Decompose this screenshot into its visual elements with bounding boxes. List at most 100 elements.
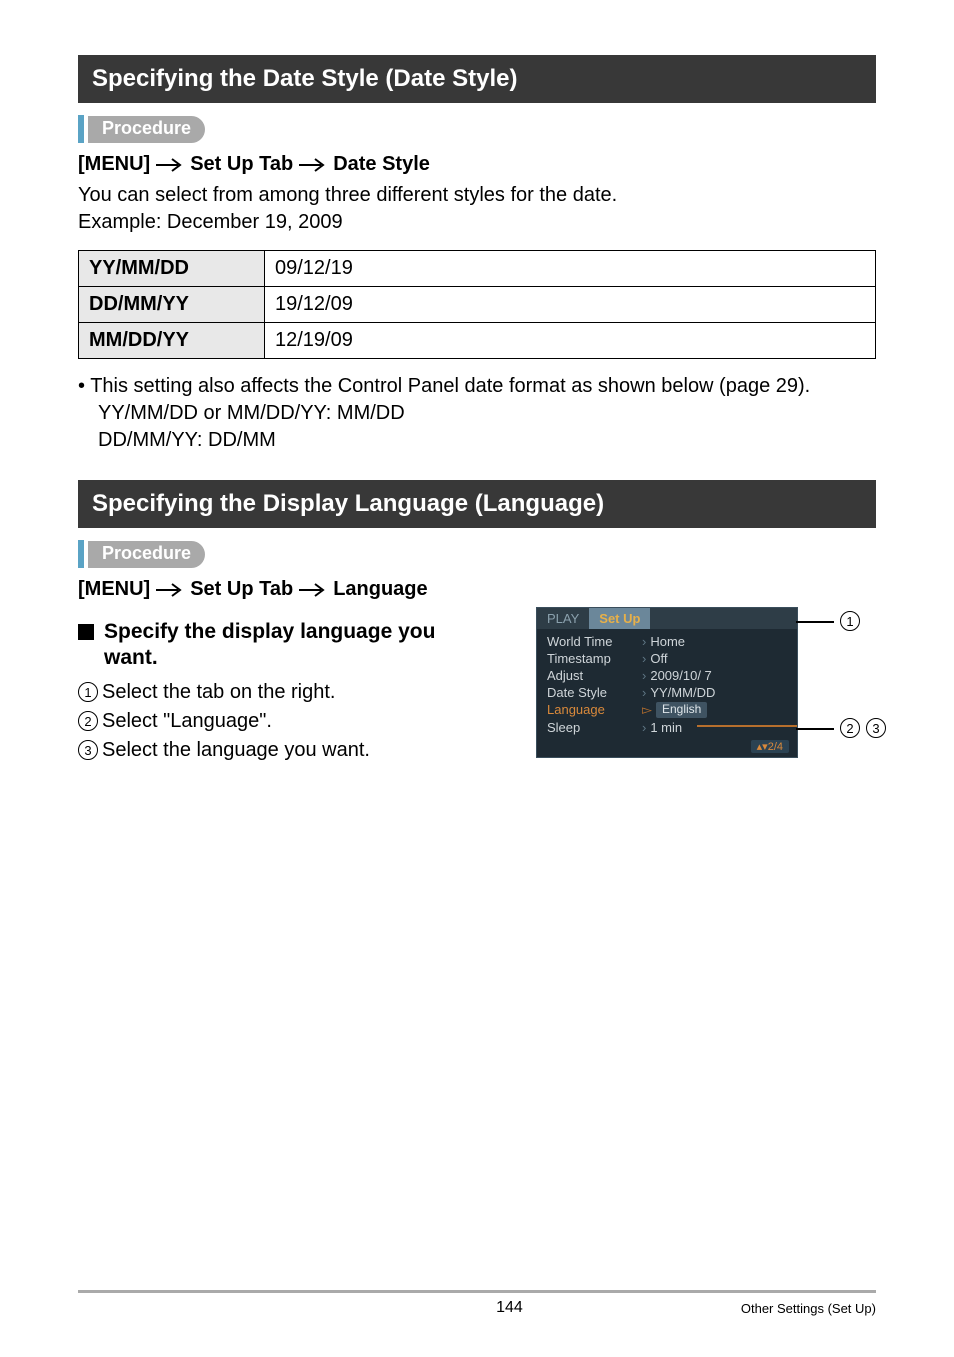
chevron-right-icon: › [642,720,646,735]
subheading-text: Specify the display language you want. [104,619,435,672]
format-example: 12/19/09 [265,323,876,359]
camera-row-value: YY/MM/DD [650,685,715,700]
note: • This setting also affects the Control … [78,373,876,454]
camera-row-label: Adjust [547,668,642,683]
accent-bar [78,540,84,568]
camera-row: World Time› Home [537,633,797,650]
subhead-line: Specify the display language you [104,620,435,643]
note-line: DD/MM/YY: DD/MM [78,427,876,454]
camera-row-selected: Language▻English [537,701,797,719]
format-example: 09/12/19 [265,251,876,287]
format-example: 19/12/09 [265,287,876,323]
callout-line [796,621,834,623]
camera-row-value: 1 min [650,720,682,735]
step-text: Select the tab on the right. [102,681,336,703]
menu-path-date-style: [MENU] Set Up Tab Date Style [78,153,876,176]
camera-footer: ▴▾2/4 [537,738,797,757]
footer-row: 144 Other Settings (Set Up) [78,1299,876,1317]
path-part: [MENU] [78,578,150,601]
camera-screenshot: PLAY Set Up World Time›Home Timestamp›Of… [536,607,798,758]
date-format-table: YY/MM/DD 09/12/19 DD/MM/YY 19/12/09 MM/D… [78,250,876,359]
circled-number-icon: 2 [840,718,860,738]
description: You can select from among three differen… [78,182,876,236]
note-line: This setting also affects the Control Pa… [90,375,810,397]
footer-section-name: Other Settings (Set Up) [741,1301,876,1316]
callout-1: 1 [796,612,864,632]
footer-rule [78,1290,876,1293]
camera-row-label: World Time [547,634,642,649]
step-text: Select the language you want. [102,739,370,761]
camera-row: Date Style› YY/MM/DD [537,684,797,701]
path-part: Language [333,578,427,601]
camera-page-indicator: ▴▾2/4 [751,740,789,753]
arrow-right-icon [156,158,184,172]
camera-row-label: Sleep [547,720,642,735]
step: 3Select the language you want. [78,736,512,765]
two-column-layout: Specify the display language you want. 1… [78,607,876,765]
chevron-right-icon: › [642,668,646,683]
circled-number-icon: 3 [866,718,886,738]
desc-line: You can select from among three differen… [78,184,617,206]
table-row: YY/MM/DD 09/12/19 [79,251,876,287]
arrow-right-icon [156,583,184,597]
path-part: Date Style [333,153,430,176]
camera-row: Timestamp› Off [537,650,797,667]
step: 2Select "Language". [78,707,512,736]
table-row: MM/DD/YY 12/19/09 [79,323,876,359]
camera-row: Adjust› 2009/10/ 7 [537,667,797,684]
camera-row-label: Date Style [547,685,642,700]
procedure-label: Procedure [88,116,205,143]
section-title-language: Specifying the Display Language (Languag… [78,480,876,528]
enter-icon: ▻ [642,702,652,718]
path-part: Set Up Tab [190,153,293,176]
format-label: DD/MM/YY [79,287,265,323]
arrow-right-icon [299,583,327,597]
page: Specifying the Date Style (Date Style) P… [0,0,954,1357]
camera-row-value: Off [650,651,667,666]
format-label: YY/MM/DD [79,251,265,287]
steps-list: 1Select the tab on the right. 2Select "L… [78,678,512,765]
step: 1Select the tab on the right. [78,678,512,707]
callout-connector-line [697,725,797,727]
camera-row: Sleep› 1 min [537,719,797,736]
section-title-date-style: Specifying the Date Style (Date Style) [78,55,876,103]
page-footer: 144 Other Settings (Set Up) [78,1290,876,1317]
camera-row-label: Language [547,702,642,718]
page-number: 144 [496,1299,523,1317]
procedure-label: Procedure [88,541,205,568]
chevron-right-icon: › [642,651,646,666]
square-bullet-icon [78,624,94,640]
subheading: Specify the display language you want. [78,619,512,672]
path-part: [MENU] [78,153,150,176]
camera-tab-play: PLAY [537,608,589,629]
camera-row-label: Timestamp [547,651,642,666]
bullet: • [78,375,90,397]
right-column: PLAY Set Up World Time›Home Timestamp›Of… [536,607,876,758]
circled-number-icon: 1 [78,682,98,702]
circled-number-icon: 2 [78,711,98,731]
left-column: Specify the display language you want. 1… [78,607,512,765]
procedure-heading: Procedure [78,115,876,143]
camera-tab-setup: Set Up [589,608,650,629]
camera-row-value: 2009/10/ 7 [650,668,711,683]
note-line: YY/MM/DD or MM/DD/YY: MM/DD [78,400,876,427]
path-part: Set Up Tab [190,578,293,601]
circled-number-icon: 1 [840,611,860,631]
menu-path-language: [MENU] Set Up Tab Language [78,578,876,601]
camera-menu-body: World Time›Home Timestamp›Off Adjust›200… [537,629,797,738]
chevron-right-icon: › [642,634,646,649]
camera-tabs: PLAY Set Up [537,608,797,629]
circled-number-icon: 3 [78,740,98,760]
procedure-heading: Procedure [78,540,876,568]
accent-bar [78,115,84,143]
desc-line: Example: December 19, 2009 [78,211,343,233]
subhead-line: want. [104,646,158,669]
callout-2-3: 2 3 [796,719,890,739]
chevron-right-icon: › [642,685,646,700]
table-row: DD/MM/YY 19/12/09 [79,287,876,323]
camera-row-value: English [656,702,707,718]
step-text: Select "Language". [102,710,272,732]
callout-line [796,728,834,730]
format-label: MM/DD/YY [79,323,265,359]
camera-row-value: Home [650,634,685,649]
